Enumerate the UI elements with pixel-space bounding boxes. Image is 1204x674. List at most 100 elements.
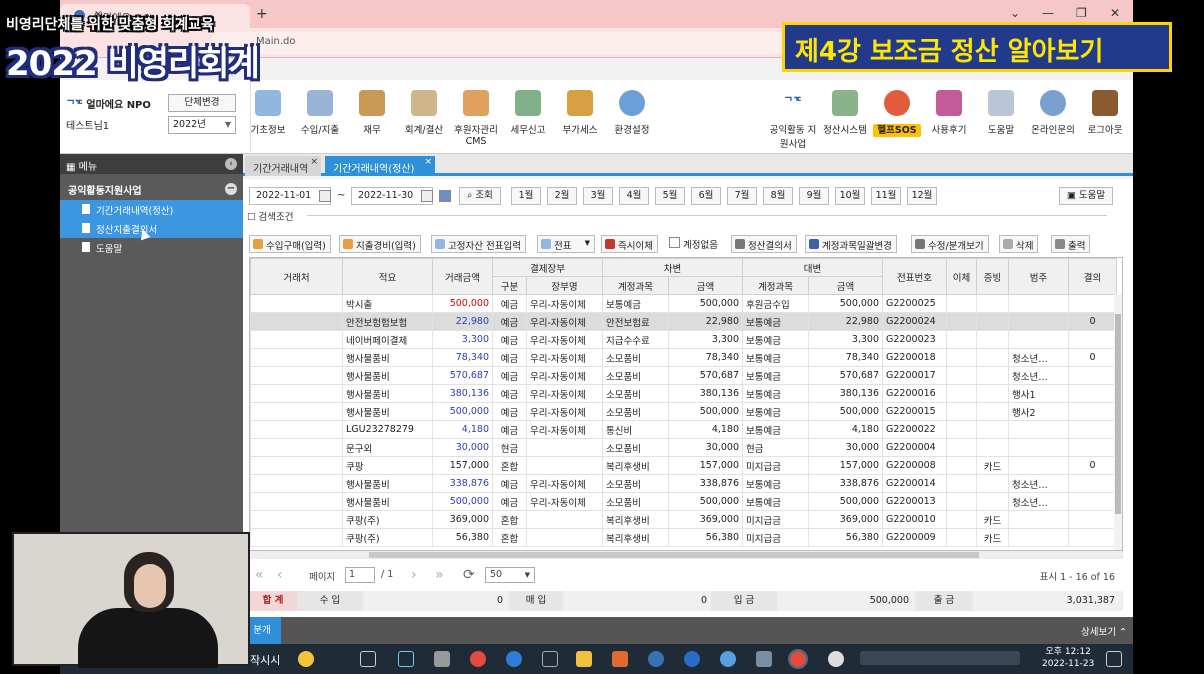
col-header[interactable]: 금액: [667, 276, 744, 295]
delete-button[interactable]: 삭제: [999, 235, 1039, 253]
network-app-icon[interactable]: [542, 651, 558, 667]
cell-evidence[interactable]: [976, 348, 1010, 367]
tab-search-chevron-icon[interactable]: ⌄: [1010, 6, 1020, 20]
change-org-button[interactable]: 단체변경: [168, 94, 236, 112]
table-row[interactable]: 행사물품비 78,340 예금 우리-자동이체 소모품비 78,340 보통예금 78,340…: [250, 348, 1118, 367]
cell-book[interactable]: 우리-자동이체: [526, 474, 603, 493]
col-header[interactable]: 적요: [342, 258, 433, 295]
cell-evidence[interactable]: [976, 492, 1010, 511]
scroll-thumb[interactable]: [369, 552, 979, 558]
cell-debit-amount[interactable]: 369,000: [667, 510, 744, 529]
month-button[interactable]: 7월: [727, 187, 757, 205]
cell-approval[interactable]: [1068, 366, 1118, 385]
presentation-icon[interactable]: [612, 651, 628, 667]
income-purchase-button[interactable]: 수입구매(입력): [249, 235, 331, 253]
cell-type[interactable]: 예금: [492, 474, 527, 493]
file-explorer-icon[interactable]: [576, 651, 592, 667]
cell-counterparty[interactable]: [250, 420, 343, 439]
year-select[interactable]: 2022년 ▼: [168, 116, 236, 134]
cell-type[interactable]: 혼합: [492, 528, 527, 547]
month-button[interactable]: 6월: [691, 187, 721, 205]
cell-counterparty[interactable]: [250, 456, 343, 475]
cell-slip-no[interactable]: G2200004: [882, 438, 948, 457]
cell-category[interactable]: 행사2: [1008, 402, 1070, 421]
cell-debit-account[interactable]: 지급수수료: [602, 330, 669, 349]
cell-approval[interactable]: [1068, 510, 1118, 529]
cell-amount[interactable]: 500,000: [432, 492, 493, 511]
cell-amount[interactable]: 56,380: [432, 528, 493, 547]
slip-dropdown-button[interactable]: 전표 ▼: [537, 235, 595, 253]
cell-slip-no[interactable]: G2200025: [882, 294, 948, 313]
cell-debit-account[interactable]: 소모품비: [602, 366, 669, 385]
cell-debit-amount[interactable]: 380,136: [667, 384, 744, 403]
col-header[interactable]: 금액: [808, 276, 884, 295]
cell-debit-amount[interactable]: 570,687: [667, 366, 744, 385]
month-button[interactable]: 2월: [547, 187, 577, 205]
menu-tax-report[interactable]: 세무신고: [503, 90, 553, 150]
cell-evidence[interactable]: 카드: [976, 456, 1010, 475]
cell-credit-account[interactable]: 미지급금: [742, 510, 810, 529]
sidebar-item-help[interactable]: 도움말: [60, 238, 243, 257]
horizontal-scrollbar[interactable]: [249, 551, 1123, 559]
cell-debit-amount[interactable]: 500,000: [667, 294, 744, 313]
col-header[interactable]: 계정과목: [742, 276, 810, 295]
cell-book[interactable]: 우리-자동이체: [526, 312, 603, 331]
month-button[interactable]: 11월: [871, 187, 901, 205]
cell-debit-amount[interactable]: 500,000: [667, 492, 744, 511]
cell-credit-account[interactable]: 보통예금: [742, 366, 810, 385]
cell-counterparty[interactable]: [250, 492, 343, 511]
print-button[interactable]: 출력: [1051, 235, 1091, 253]
cell-credit-amount[interactable]: 500,000: [808, 294, 884, 313]
collapse-sidebar-icon[interactable]: ‹: [225, 158, 237, 170]
calculator-icon[interactable]: [434, 651, 450, 667]
cell-slip-no[interactable]: G2200018: [882, 348, 948, 367]
cell-approval[interactable]: [1068, 492, 1118, 511]
cell-type[interactable]: 예금: [492, 348, 527, 367]
task-view-icon[interactable]: [360, 651, 376, 667]
menu-accounting-settlement[interactable]: 회계/결산: [399, 90, 449, 150]
cell-book[interactable]: 우리-자동이체: [526, 330, 603, 349]
cell-counterparty[interactable]: [250, 438, 343, 457]
menu-public-support[interactable]: ᄀᄀᄃ 공익활동 지원사업: [768, 90, 818, 150]
col-header[interactable]: 범주: [1008, 258, 1070, 295]
cell-slip-no[interactable]: G2200024: [882, 312, 948, 331]
table-row[interactable]: 행사물품비 500,000 예금 우리-자동이체 소모품비 500,000 보통예금 500,…: [250, 402, 1118, 421]
bulk-account-change-button[interactable]: 계정과목일괄변경: [805, 235, 897, 253]
cell-book[interactable]: 우리-자동이체: [526, 294, 603, 313]
scroll-thumb[interactable]: [1115, 314, 1121, 514]
cell-transfer[interactable]: [946, 348, 978, 367]
cell-category[interactable]: [1008, 510, 1070, 529]
cell-credit-account[interactable]: 현금: [742, 438, 810, 457]
cell-credit-account[interactable]: 후원금수입: [742, 294, 810, 313]
cell-category[interactable]: [1008, 456, 1070, 475]
cell-transfer[interactable]: [946, 456, 978, 475]
cell-category[interactable]: [1008, 294, 1070, 313]
cell-counterparty[interactable]: [250, 312, 343, 331]
cell-category[interactable]: 행사1: [1008, 384, 1070, 403]
expense-input-button[interactable]: 지출경비(입력): [339, 235, 421, 253]
edit-split-view-button[interactable]: 수정/분개보기: [911, 235, 989, 253]
col-header[interactable]: 구분: [492, 276, 527, 295]
cell-summary[interactable]: LGU23278279: [342, 420, 433, 439]
cell-credit-account[interactable]: 미지급금: [742, 456, 810, 475]
cell-transfer[interactable]: [946, 384, 978, 403]
cell-book[interactable]: [526, 510, 603, 529]
cell-summary[interactable]: 행사물품비: [342, 492, 433, 511]
menu-vat[interactable]: 부가세스: [555, 90, 605, 150]
cell-summary[interactable]: 안전보험험보험: [342, 312, 433, 331]
cell-amount[interactable]: 30,000: [432, 438, 493, 457]
cell-summary[interactable]: 쿠팡(주): [342, 510, 433, 529]
menu-assets[interactable]: 재무: [347, 90, 397, 150]
cell-book[interactable]: [526, 456, 603, 475]
cell-counterparty[interactable]: [250, 384, 343, 403]
table-row[interactable]: 네이버페이결제 3,300 예금 우리-자동이체 지급수수료 3,300 보통예금 3,300…: [250, 330, 1118, 349]
cell-approval[interactable]: 0: [1068, 312, 1118, 331]
cell-credit-amount[interactable]: 338,876: [808, 474, 884, 493]
col-header[interactable]: 거래처: [250, 258, 343, 295]
new-tab-icon[interactable]: +: [256, 6, 268, 22]
cell-slip-no[interactable]: G2200014: [882, 474, 948, 493]
internet-explorer-icon[interactable]: [684, 651, 700, 667]
window-close-icon[interactable]: ✕: [1110, 6, 1120, 20]
cell-counterparty[interactable]: [250, 348, 343, 367]
menu-help[interactable]: 도움말: [976, 90, 1026, 150]
